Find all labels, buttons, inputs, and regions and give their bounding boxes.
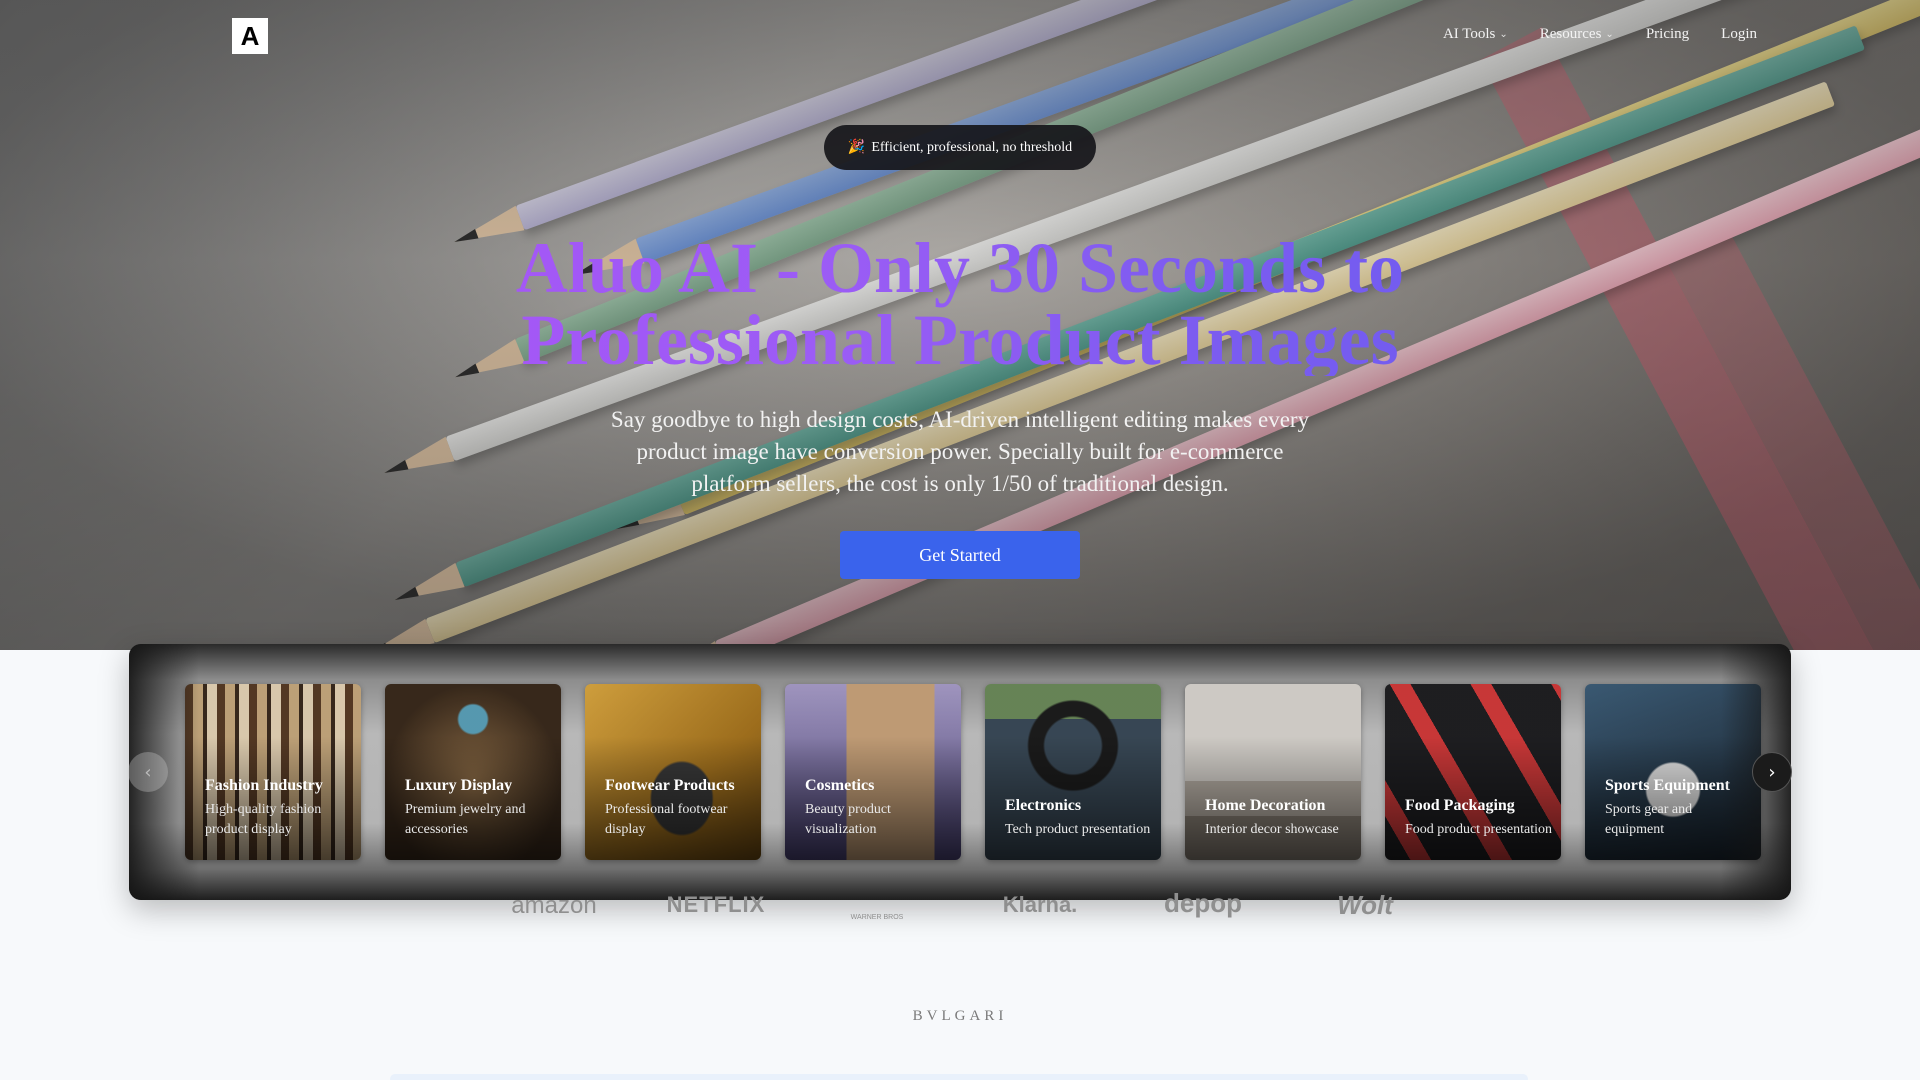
nav-resources[interactable]: Resources ⌄	[1540, 26, 1614, 43]
card-title: Home Decoration	[1205, 797, 1326, 814]
headline-line-2: Professional Product Images	[521, 300, 1399, 380]
chevron-right-icon: ›	[1768, 761, 1776, 783]
card-home-decoration[interactable]: Home Decoration Interior decor showcase	[1185, 684, 1361, 860]
card-desc: Beauty product visualization	[805, 802, 891, 837]
brand-klarna: Klarna.	[1002, 892, 1078, 917]
chevron-down-icon: ⌄	[1605, 29, 1614, 40]
nav-resources-label: Resources	[1539, 26, 1602, 42]
card-footwear-products[interactable]: Footwear Products Professional footwear …	[585, 684, 761, 860]
top-nav: AI Tools ⌄ Resources ⌄ Pricing Login	[1443, 26, 1757, 43]
card-title: Luxury Display	[405, 777, 513, 794]
nav-pricing[interactable]: Pricing	[1646, 26, 1689, 43]
card-luxury-display[interactable]: Luxury Display Premium jewelry and acces…	[385, 684, 561, 860]
nav-login[interactable]: Login	[1721, 26, 1757, 43]
use-case-carousel: Fashion Industry High-quality fashion pr…	[129, 644, 1791, 900]
card-desc: Tech product presentation	[1005, 822, 1151, 837]
brand-logo[interactable]: A	[232, 18, 268, 54]
next-section-edge	[390, 1074, 1528, 1080]
card-title: Electronics	[1005, 797, 1082, 814]
card-desc: High-quality fashion product display	[205, 802, 322, 837]
brand-wolt: Wolt	[1337, 890, 1393, 920]
card-desc: Premium jewelry and accessories	[405, 802, 526, 837]
brand-netflix: NETFLIX	[666, 892, 766, 917]
card-electronics[interactable]: Electronics Tech product presentation	[985, 684, 1161, 860]
party-popper-icon: 🎉	[847, 140, 866, 155]
hero-subtitle: Say goodbye to high design costs, AI-dri…	[610, 407, 1310, 496]
card-title: Cosmetics	[805, 777, 875, 794]
hero-badge: 🎉 Efficient, professional, no threshold	[824, 125, 1096, 170]
page-title: Aluo AI - Only 30 Seconds to Professiona…	[360, 232, 1560, 376]
brand-logos: amazon NETFLIX WARNER BROS Klarna. depop…	[0, 888, 1920, 938]
card-fashion-industry[interactable]: Fashion Industry High-quality fashion pr…	[185, 684, 361, 860]
card-title: Food Packaging	[1405, 797, 1515, 814]
brand-warner-bros: WARNER BROS	[850, 914, 904, 921]
brand-amazon: amazon	[511, 892, 597, 919]
carousel-next-button[interactable]: ›	[1752, 752, 1792, 792]
brand-depop: depop	[1164, 888, 1242, 918]
card-title: Footwear Products	[605, 777, 735, 794]
logo-letter: A	[240, 20, 260, 51]
nav-ai-tools[interactable]: AI Tools ⌄	[1443, 26, 1508, 43]
card-desc: Food product presentation	[1405, 822, 1552, 837]
chevron-down-icon: ⌄	[1499, 29, 1508, 40]
card-cosmetics[interactable]: Cosmetics Beauty product visualization	[785, 684, 961, 860]
chevron-left-icon: ‹	[144, 761, 152, 783]
headline-line-1: Aluo AI - Only 30 Seconds to	[515, 228, 1405, 308]
nav-ai-tools-label: AI Tools	[1442, 26, 1496, 42]
card-desc: Interior decor showcase	[1205, 822, 1339, 837]
card-food-packaging[interactable]: Food Packaging Food product presentation	[1385, 684, 1561, 860]
nav-pricing-label: Pricing	[1645, 26, 1690, 42]
nav-login-label: Login	[1721, 26, 1757, 42]
get-started-button[interactable]: Get Started	[840, 531, 1080, 579]
card-desc: Professional footwear display	[605, 802, 728, 837]
hero-badge-text: Efficient, professional, no threshold	[871, 139, 1073, 155]
brand-bvlgari: BVLGARI	[912, 1008, 1008, 1024]
card-title: Fashion Industry	[205, 777, 323, 794]
carousel-prev-button[interactable]: ‹	[128, 752, 168, 792]
